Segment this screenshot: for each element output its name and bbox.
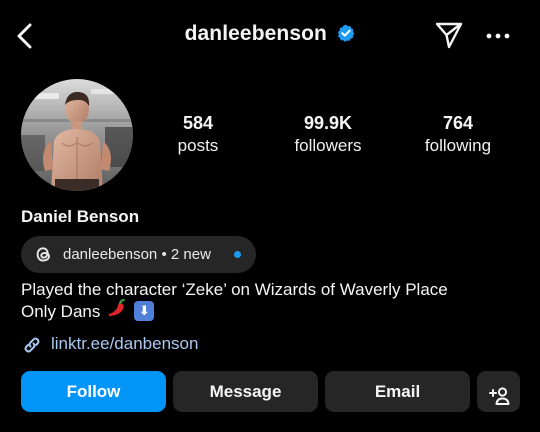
bio-line-1: Played the character ‘Zeke’ on Wizards o… bbox=[21, 280, 448, 299]
link-text: linktr.ee/danbenson bbox=[51, 334, 199, 353]
down-arrow-icon: ⬇ bbox=[134, 301, 155, 322]
new-indicator-dot bbox=[234, 251, 241, 258]
stat-followers[interactable]: 99.9K followers bbox=[273, 112, 383, 158]
send-message-button[interactable] bbox=[434, 20, 464, 50]
stat-following[interactable]: 764 following bbox=[403, 112, 513, 158]
link-icon bbox=[21, 334, 43, 356]
bio-line-2-text: Only Dans bbox=[21, 302, 101, 321]
threads-icon bbox=[34, 245, 53, 264]
message-button[interactable]: Message bbox=[173, 371, 318, 412]
threads-text: danleebenson • 2 new bbox=[63, 246, 211, 263]
username: danleebenson bbox=[184, 22, 327, 45]
email-button[interactable]: Email bbox=[325, 371, 470, 412]
more-horizontal-icon bbox=[486, 33, 510, 39]
threads-badge-button[interactable]: danleebenson • 2 new bbox=[21, 236, 256, 273]
threads-status: 2 new bbox=[170, 246, 211, 263]
add-person-icon bbox=[487, 381, 511, 405]
following-label: following bbox=[424, 136, 492, 155]
bio-line-2: Only Dans ⬇ bbox=[21, 298, 448, 324]
threads-separator: • bbox=[161, 246, 167, 263]
following-count: 764 bbox=[442, 113, 474, 133]
more-options-button[interactable] bbox=[485, 24, 511, 48]
profile-full-name: Daniel Benson bbox=[21, 207, 140, 226]
profile-avatar[interactable] bbox=[21, 79, 133, 191]
followers-count: 99.9K bbox=[303, 113, 353, 133]
profile-bio: Played the character ‘Zeke’ on Wizards o… bbox=[21, 279, 448, 324]
follow-button[interactable]: Follow bbox=[21, 371, 166, 412]
top-bar: danleebenson bbox=[0, 14, 540, 58]
hot-pepper-icon bbox=[106, 298, 128, 324]
posts-count: 584 bbox=[182, 113, 214, 133]
threads-handle: danleebenson bbox=[63, 246, 158, 263]
stat-posts[interactable]: 584 posts bbox=[143, 112, 253, 158]
posts-label: posts bbox=[177, 136, 219, 155]
paper-plane-icon bbox=[435, 22, 463, 49]
verified-badge-icon bbox=[337, 24, 355, 42]
followers-label: followers bbox=[294, 136, 362, 155]
suggested-accounts-button[interactable] bbox=[477, 371, 520, 412]
